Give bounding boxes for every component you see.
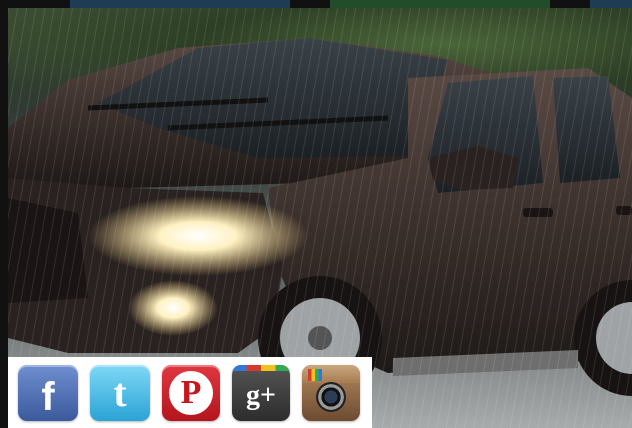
facebook-share-button[interactable]: f <box>18 364 78 421</box>
page-frame: f t P g+ <box>0 0 632 428</box>
door-handle-rear <box>616 206 632 215</box>
headlight <box>88 196 308 276</box>
top-color-strip <box>0 0 632 8</box>
twitter-icon: t <box>113 369 127 415</box>
google-plus-icon: g+ <box>246 379 276 411</box>
instagram-icon <box>316 381 346 412</box>
google-plus-share-button[interactable]: g+ <box>232 364 290 421</box>
front-hub <box>308 326 332 350</box>
door-handle-front <box>523 208 553 217</box>
social-share-bar: f t P g+ <box>8 357 372 428</box>
google-color-stripe <box>232 364 290 371</box>
pinterest-icon: P <box>169 370 213 415</box>
instagram-rainbow-stripe <box>308 368 322 381</box>
twitter-share-button[interactable]: t <box>90 364 150 421</box>
top-strip-segment <box>70 0 290 8</box>
pinterest-glyph: P <box>180 373 202 411</box>
top-strip-segment <box>330 0 550 8</box>
pinterest-share-button[interactable]: P <box>162 364 220 421</box>
top-strip-segment <box>550 0 590 8</box>
facebook-icon: f <box>41 374 55 419</box>
grille <box>8 198 88 303</box>
top-strip-segment <box>290 0 330 8</box>
top-strip-segment <box>590 0 632 8</box>
fog-light <box>128 280 218 336</box>
top-strip-segment <box>0 0 70 8</box>
instagram-share-button[interactable] <box>302 364 360 421</box>
